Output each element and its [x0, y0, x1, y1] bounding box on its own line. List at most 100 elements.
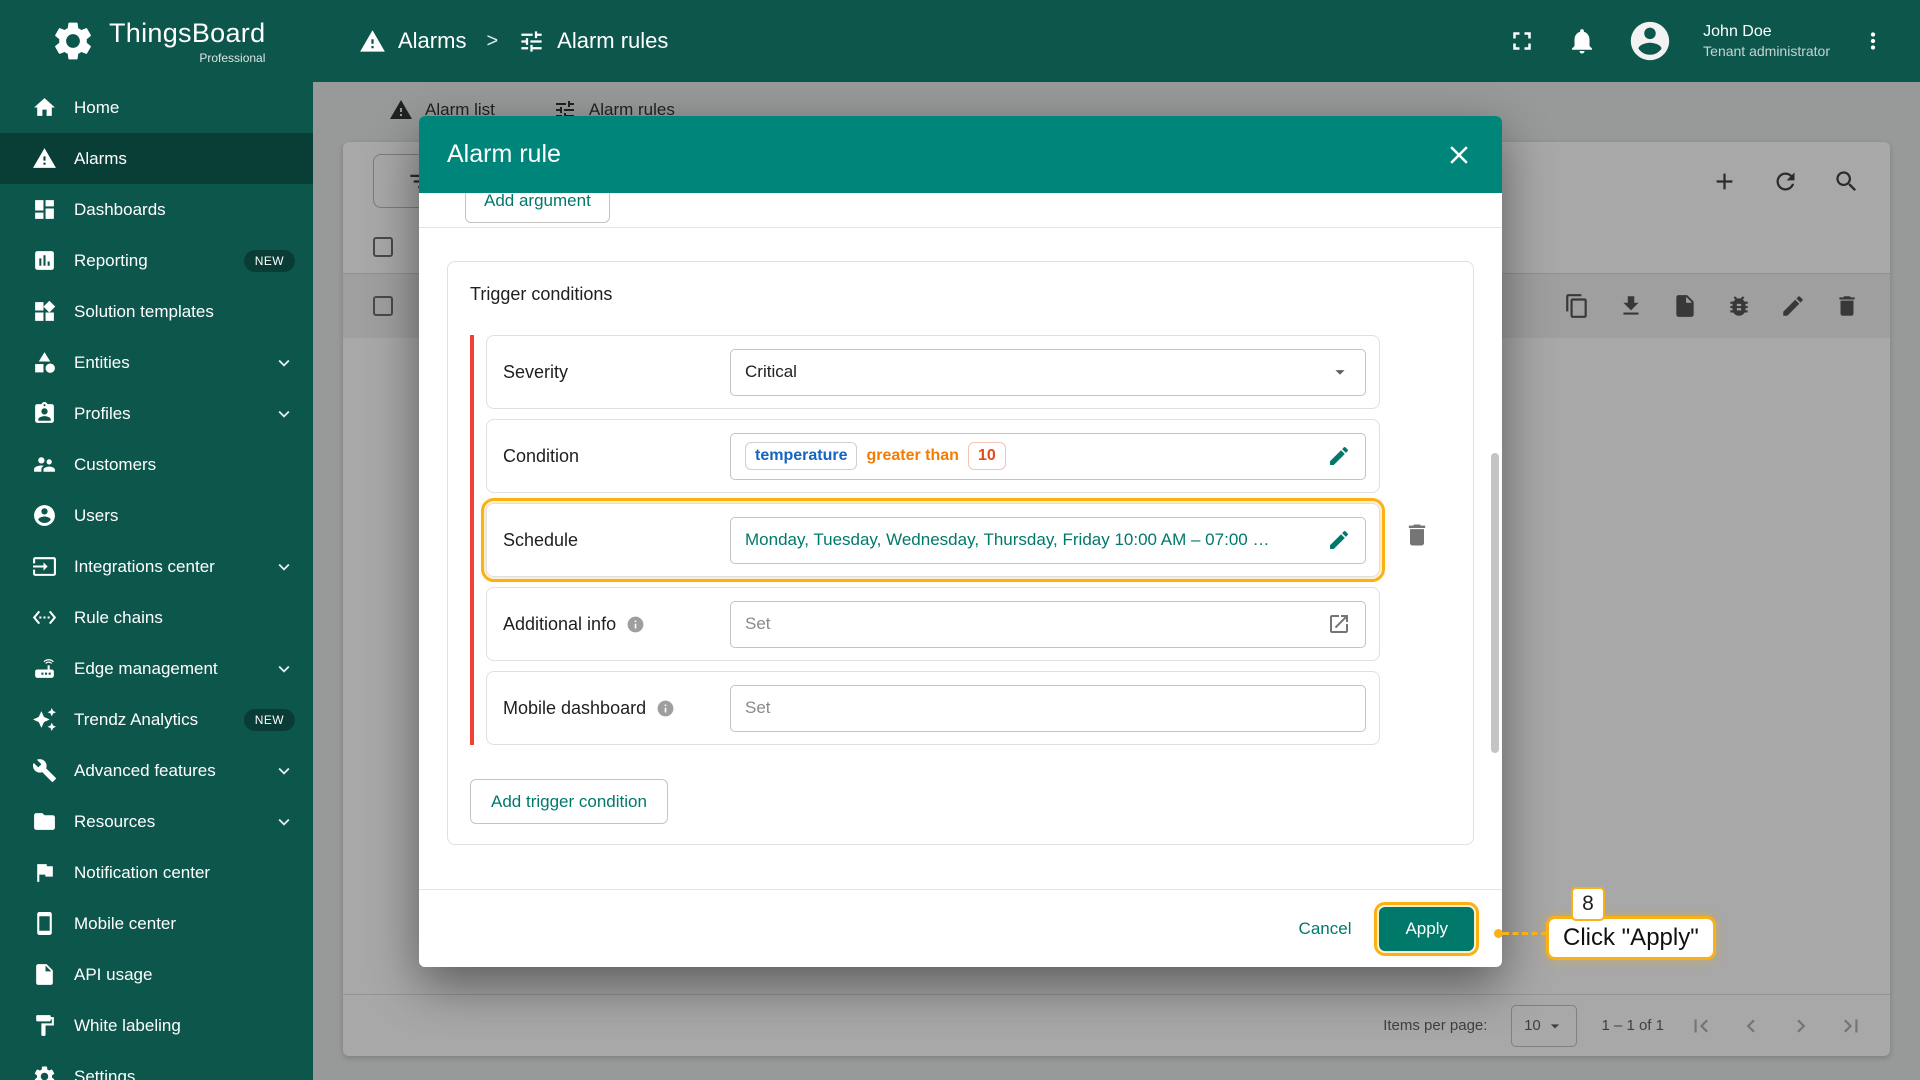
sidebar-item-label: Dashboards [74, 199, 166, 219]
more-menu-icon[interactable] [1860, 28, 1886, 54]
sidebar-item-label: Trendz Analytics [74, 709, 199, 729]
delete-trigger-condition-icon[interactable] [1403, 521, 1431, 549]
sidebar-item-reporting[interactable]: Reporting NEW [0, 235, 313, 286]
breadcrumb-page: Alarm rules [557, 28, 669, 53]
additional-info-field[interactable]: Set [730, 600, 1366, 648]
sidebar-item-resources[interactable]: Resources [0, 796, 313, 847]
app-header: ThingsBoard Professional Alarms > Alarm … [0, 0, 1920, 82]
add-trigger-condition-button[interactable]: Add trigger condition [470, 779, 668, 824]
schedule-row: Schedule Monday, Tuesday, Wednesday, Thu… [481, 498, 1385, 582]
additional-info-label: Additional info [503, 614, 730, 635]
condition-field[interactable]: temperature greater than 10 [730, 432, 1366, 480]
entities-icon [32, 350, 57, 375]
sidebar-item-label: Profiles [74, 403, 131, 423]
sidebar-item-api-usage[interactable]: API usage [0, 949, 313, 1000]
api-usage-icon [32, 962, 57, 987]
chevron-down-icon [273, 556, 295, 578]
dialog-footer: Cancel Apply [419, 889, 1502, 967]
mobile-dashboard-label: Mobile dashboard [503, 698, 730, 719]
annotation-label: Click "Apply" [1546, 916, 1716, 960]
user-info[interactable]: John Doe Tenant administrator [1703, 22, 1830, 61]
sidebar-item-rule-chains[interactable]: Rule chains [0, 592, 313, 643]
trendz-analytics-icon [32, 707, 57, 732]
close-icon[interactable] [1444, 140, 1474, 170]
annotation-connector-dot [1494, 929, 1503, 938]
alarms-icon [32, 146, 57, 171]
trigger-condition-group: Severity Critical Condition temperature … [470, 335, 1380, 745]
chevron-down-icon [273, 658, 295, 680]
mobile-center-icon [32, 911, 57, 936]
sidebar-item-settings[interactable]: Settings [0, 1051, 313, 1080]
sidebar-item-label: Edge management [74, 658, 218, 678]
new-badge: NEW [243, 249, 295, 272]
mobile-dashboard-row: Mobile dashboard Set [486, 671, 1380, 745]
sidebar-item-customers[interactable]: Customers [0, 439, 313, 490]
edit-schedule-icon[interactable] [1327, 528, 1351, 552]
mobile-dashboard-field[interactable]: Set [730, 684, 1366, 732]
fullscreen-icon[interactable] [1507, 26, 1537, 56]
info-icon [626, 615, 645, 634]
sidebar-item-label: API usage [74, 964, 153, 984]
sidebar-item-entities[interactable]: Entities [0, 337, 313, 388]
sidebar-item-label: Users [74, 505, 119, 525]
customers-icon [32, 452, 57, 477]
resources-icon [32, 809, 57, 834]
sidebar-item-label: Rule chains [74, 607, 163, 627]
sidebar-item-solution-templates[interactable]: Solution templates [0, 286, 313, 337]
user-role: Tenant administrator [1703, 43, 1830, 60]
annotation-step-number: 8 [1571, 887, 1605, 921]
white-labeling-icon [32, 1013, 57, 1038]
condition-value-chip: 10 [967, 442, 1006, 470]
mobile-dashboard-label-text: Mobile dashboard [503, 697, 647, 718]
profiles-icon [32, 401, 57, 426]
modal-scrollbar[interactable] [1491, 453, 1499, 753]
avatar[interactable] [1627, 18, 1673, 64]
condition-label: Condition [503, 445, 580, 466]
edge-management-icon [32, 656, 57, 681]
brand[interactable]: ThingsBoard Professional [0, 18, 313, 65]
severity-row: Severity Critical [486, 335, 1380, 409]
section-divider [419, 227, 1502, 228]
sidebar-item-advanced-features[interactable]: Advanced features [0, 745, 313, 796]
add-argument-button[interactable]: Add argument [465, 193, 610, 223]
sidebar-item-users[interactable]: Users [0, 490, 313, 541]
info-icon [656, 699, 675, 718]
sidebar-item-notification-center[interactable]: Notification center [0, 847, 313, 898]
sidebar-item-label: Reporting [74, 250, 148, 270]
schedule-field[interactable]: Monday, Tuesday, Wednesday, Thursday, Fr… [730, 516, 1366, 564]
sidebar-item-integrations-center[interactable]: Integrations center [0, 541, 313, 592]
sidebar-item-dashboards[interactable]: Dashboards [0, 184, 313, 235]
chevron-down-icon [273, 352, 295, 374]
notifications-bell-icon[interactable] [1567, 26, 1597, 56]
sidebar-item-white-labeling[interactable]: White labeling [0, 1000, 313, 1051]
breadcrumb: Alarms > Alarm rules [359, 28, 668, 55]
cancel-button[interactable]: Cancel [1281, 909, 1370, 949]
breadcrumb-section[interactable]: Alarms [398, 28, 466, 54]
sidebar-item-home[interactable]: Home [0, 82, 313, 133]
additional-info-row: Additional info Set [486, 587, 1380, 661]
mobile-dashboard-value: Set [745, 698, 771, 717]
dialog-title: Alarm rule [447, 140, 561, 168]
home-icon [32, 95, 57, 120]
breadcrumb-separator: > [486, 29, 499, 52]
sidebar-item-edge-management[interactable]: Edge management [0, 643, 313, 694]
alarms-breadcrumb-icon [359, 28, 386, 55]
sidebar-item-label: Home [74, 97, 120, 117]
severity-select[interactable]: Critical [730, 348, 1366, 396]
dialog-body: Add argument Trigger conditions Severity… [419, 193, 1502, 889]
dialog-header: Alarm rule [419, 116, 1502, 193]
open-in-new-icon[interactable] [1327, 612, 1351, 636]
dashboards-icon [32, 197, 57, 222]
sidebar-item-mobile-center[interactable]: Mobile center [0, 898, 313, 949]
integrations-icon [32, 554, 57, 579]
sidebar-item-trendz-analytics[interactable]: Trendz Analytics NEW [0, 694, 313, 745]
rule-chains-icon [32, 605, 57, 630]
user-name: John Doe [1703, 22, 1772, 40]
apply-button[interactable]: Apply [1374, 901, 1479, 956]
sidebar-item-alarms[interactable]: Alarms [0, 133, 313, 184]
notification-center-icon [32, 860, 57, 885]
sidebar-item-label: Solution templates [74, 301, 214, 321]
edit-condition-icon[interactable] [1327, 444, 1351, 468]
chevron-down-icon [273, 811, 295, 833]
sidebar-item-profiles[interactable]: Profiles [0, 388, 313, 439]
